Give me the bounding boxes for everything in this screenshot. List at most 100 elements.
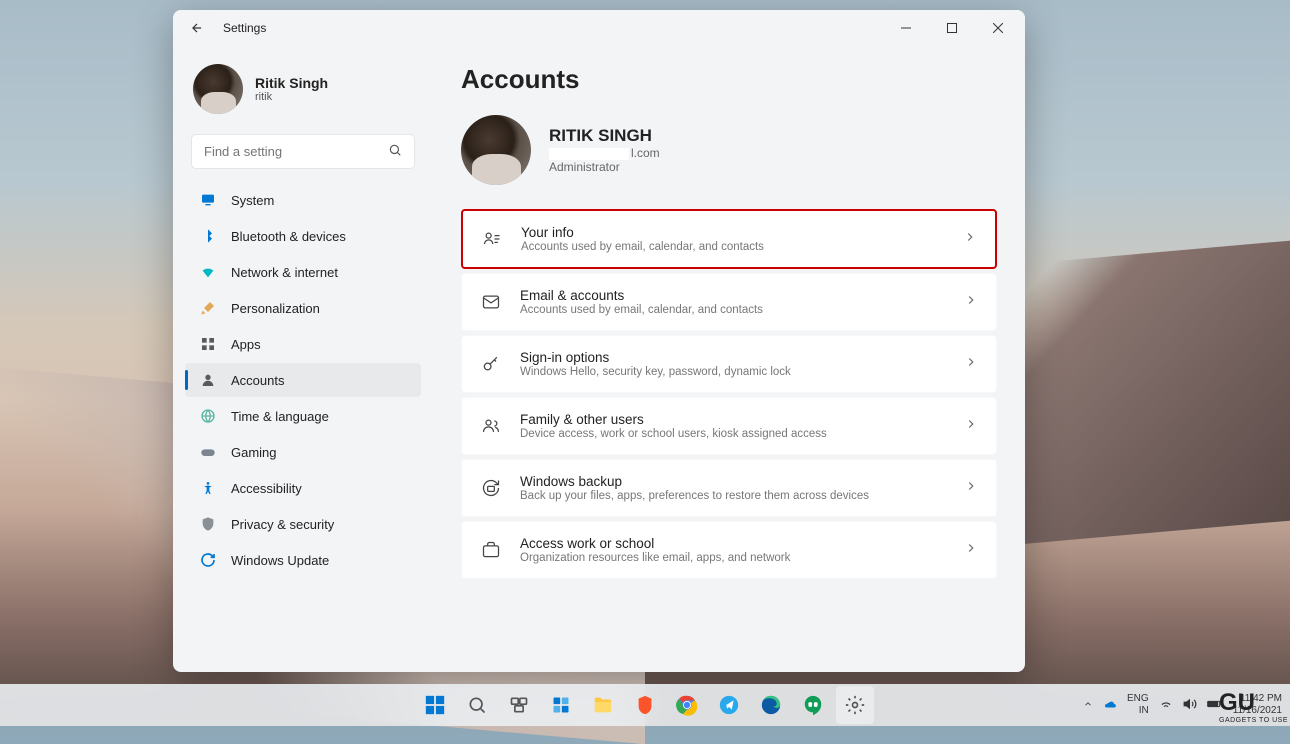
start-button[interactable]	[416, 686, 454, 724]
settings-card-signin[interactable]: Sign-in options Windows Hello, security …	[461, 335, 997, 393]
sidebar-item-bluetooth[interactable]: Bluetooth & devices	[185, 219, 421, 253]
maximize-button[interactable]	[929, 12, 975, 44]
sidebar: Ritik Singh ritik System Bluetooth & devi…	[173, 46, 433, 672]
bluetooth-icon	[199, 227, 217, 245]
close-button[interactable]	[975, 12, 1021, 44]
sidebar-item-gaming[interactable]: Gaming	[185, 435, 421, 469]
accounts-icon	[199, 371, 217, 389]
personalization-icon	[199, 299, 217, 317]
sidebar-item-accessibility[interactable]: Accessibility	[185, 471, 421, 505]
privacy-icon	[199, 515, 217, 533]
volume-tray-icon[interactable]	[1183, 697, 1197, 714]
yourinfo-icon	[481, 228, 503, 250]
sidebar-item-accounts[interactable]: Accounts	[185, 363, 421, 397]
network-icon	[199, 263, 217, 281]
settings-cards-list: Your info Accounts used by email, calend…	[461, 209, 997, 579]
card-subtitle: Organization resources like email, apps,…	[520, 552, 946, 564]
sidebar-item-apps[interactable]: Apps	[185, 327, 421, 361]
onedrive-icon[interactable]	[1103, 697, 1117, 714]
sidebar-item-privacy[interactable]: Privacy & security	[185, 507, 421, 541]
main-content: Accounts RITIK SINGH l.com Administrator…	[433, 46, 1025, 672]
settings-window: Settings Ritik Singh ritik	[173, 10, 1025, 672]
user-avatar-small	[193, 64, 243, 114]
nav-label: Windows Update	[231, 553, 329, 568]
chevron-right-icon	[964, 479, 978, 498]
email-icon	[480, 291, 502, 313]
watermark: GU GADGETS TO USE	[1219, 689, 1288, 724]
language-indicator[interactable]: ENG IN	[1127, 693, 1149, 717]
page-title: Accounts	[461, 64, 997, 95]
nav-label: Apps	[231, 337, 261, 352]
taskbar-search-icon[interactable]	[458, 686, 496, 724]
gaming-icon	[199, 443, 217, 461]
settings-card-family[interactable]: Family & other users Device access, work…	[461, 397, 997, 455]
backup-icon	[480, 477, 502, 499]
tray-chevron-icon[interactable]	[1083, 699, 1093, 712]
chevron-right-icon	[964, 541, 978, 560]
card-subtitle: Accounts used by email, calendar, and co…	[521, 241, 945, 253]
nav-label: Time & language	[231, 409, 329, 424]
edge-icon[interactable]	[752, 686, 790, 724]
sidebar-user-sub: ritik	[255, 91, 328, 103]
sidebar-user-block[interactable]: Ritik Singh ritik	[185, 54, 421, 130]
nav-label: Accounts	[231, 373, 284, 388]
chrome-icon[interactable]	[668, 686, 706, 724]
card-title: Email & accounts	[520, 288, 946, 303]
chevron-right-icon	[964, 355, 978, 374]
taskbar: ENG IN 11:42 PM 11/16/2021	[0, 684, 1290, 726]
nav-list: System Bluetooth & devices Network & inter…	[185, 183, 421, 577]
sidebar-item-time[interactable]: Time & language	[185, 399, 421, 433]
nav-label: Bluetooth & devices	[231, 229, 346, 244]
minimize-button[interactable]	[883, 12, 929, 44]
wifi-tray-icon[interactable]	[1159, 697, 1173, 714]
search-box[interactable]	[191, 134, 415, 169]
settings-card-yourinfo[interactable]: Your info Accounts used by email, calend…	[461, 209, 997, 269]
hangouts-icon[interactable]	[794, 686, 832, 724]
system-icon	[199, 191, 217, 209]
chevron-right-icon	[964, 293, 978, 312]
chevron-right-icon	[964, 417, 978, 436]
sidebar-user-name: Ritik Singh	[255, 75, 328, 91]
nav-label: Privacy & security	[231, 517, 334, 532]
profile-header: RITIK SINGH l.com Administrator	[461, 115, 997, 185]
nav-label: Gaming	[231, 445, 277, 460]
search-input[interactable]	[204, 144, 388, 159]
user-avatar-large	[461, 115, 531, 185]
card-subtitle: Device access, work or school users, kio…	[520, 428, 946, 440]
sidebar-item-personalization[interactable]: Personalization	[185, 291, 421, 325]
telegram-icon[interactable]	[710, 686, 748, 724]
nav-label: System	[231, 193, 274, 208]
sidebar-item-network[interactable]: Network & internet	[185, 255, 421, 289]
card-subtitle: Windows Hello, security key, password, d…	[520, 366, 946, 378]
accessibility-icon	[199, 479, 217, 497]
settings-card-backup[interactable]: Windows backup Back up your files, apps,…	[461, 459, 997, 517]
update-icon	[199, 551, 217, 569]
time-icon	[199, 407, 217, 425]
card-subtitle: Accounts used by email, calendar, and co…	[520, 304, 946, 316]
settings-card-email[interactable]: Email & accounts Accounts used by email,…	[461, 273, 997, 331]
sidebar-item-system[interactable]: System	[185, 183, 421, 217]
titlebar: Settings	[173, 10, 1025, 46]
nav-label: Network & internet	[231, 265, 338, 280]
file-explorer-icon[interactable]	[584, 686, 622, 724]
widgets-icon[interactable]	[542, 686, 580, 724]
settings-taskbar-icon[interactable]	[836, 686, 874, 724]
profile-email: l.com	[549, 146, 660, 160]
card-title: Windows backup	[520, 474, 946, 489]
card-title: Family & other users	[520, 412, 946, 427]
profile-name: RITIK SINGH	[549, 126, 660, 146]
apps-icon	[199, 335, 217, 353]
card-subtitle: Back up your files, apps, preferences to…	[520, 490, 946, 502]
taskbar-center	[416, 686, 874, 724]
sidebar-item-update[interactable]: Windows Update	[185, 543, 421, 577]
card-title: Sign-in options	[520, 350, 946, 365]
card-title: Your info	[521, 225, 945, 240]
card-title: Access work or school	[520, 536, 946, 551]
task-view-icon[interactable]	[500, 686, 538, 724]
signin-icon	[480, 353, 502, 375]
brave-icon[interactable]	[626, 686, 664, 724]
family-icon	[480, 415, 502, 437]
settings-card-work[interactable]: Access work or school Organization resou…	[461, 521, 997, 579]
search-icon	[388, 143, 402, 160]
back-button[interactable]	[189, 20, 205, 36]
